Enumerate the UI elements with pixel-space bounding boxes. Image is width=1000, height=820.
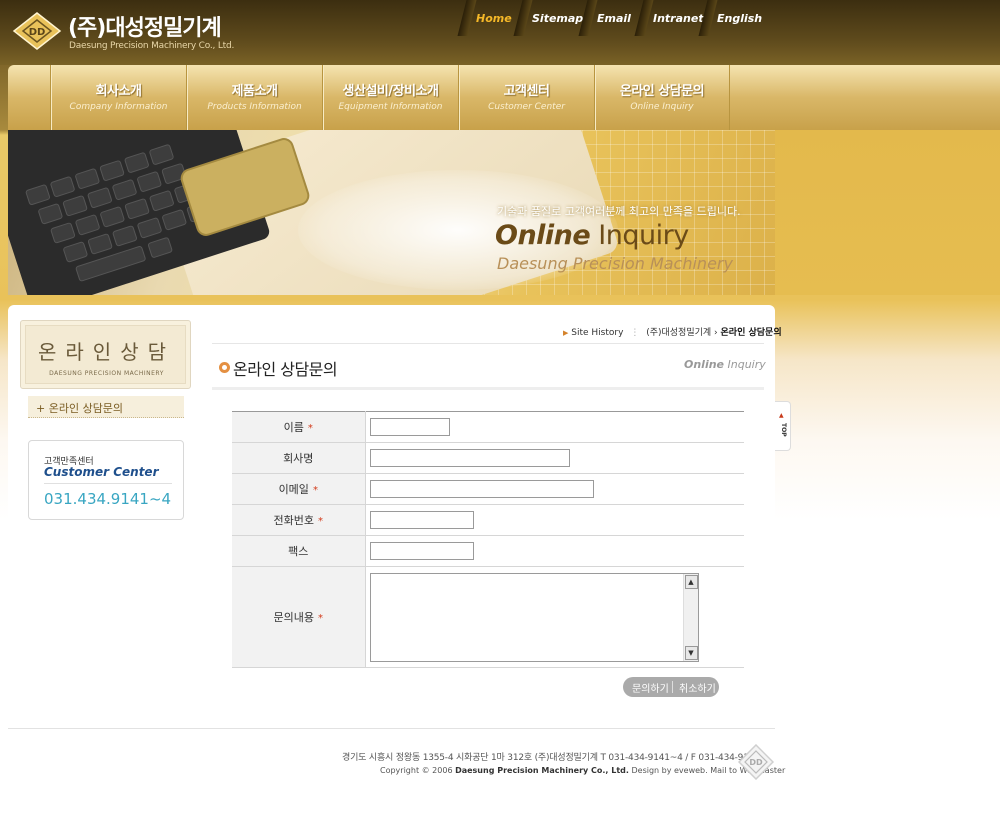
menu-equipment-information[interactable]: 생산설비/장비소개 Equipment Information [322, 65, 458, 130]
form-label: 이름 * [232, 411, 366, 443]
required-mark: * [317, 516, 323, 527]
form-row-message: 문의내용 * ▲ ▼ [232, 566, 744, 668]
menu-label: 생산설비/장비소개 [342, 84, 439, 99]
page-title-en: Online Inquiry [684, 358, 766, 371]
required-mark: * [307, 423, 313, 434]
topnav-intranet[interactable]: Intranet [639, 0, 704, 36]
menu-label: 온라인 상담문의 [619, 84, 705, 99]
footer-address: 경기도 시흥시 정왕동 1355-4 시화공단 1마 312호 (주)대성정밀기… [342, 753, 760, 763]
form-label: 전화번호 * [232, 504, 366, 536]
textarea-scrollbar[interactable]: ▲ ▼ [682, 573, 698, 661]
menu-label: 제품소개 [231, 84, 278, 99]
customer-center-label-en: Customer Center [44, 465, 159, 479]
phone-input[interactable] [369, 511, 474, 529]
form-label: 이메일 * [232, 473, 366, 505]
banner-side-fill [775, 130, 1000, 295]
name-input[interactable] [369, 418, 450, 436]
footer-copyright: Copyright © 2006 Daesung Precision Machi… [380, 766, 786, 775]
divider [672, 681, 673, 693]
menu-label-en: Equipment Information [338, 102, 443, 112]
menu-customer-center[interactable]: 고객센터 Customer Center [458, 65, 594, 130]
divider [212, 343, 764, 344]
logo-company-name: (주)대성정밀기계 [68, 16, 222, 41]
page-title: 온라인 상담문의 [233, 360, 338, 379]
bullet-circle-icon [219, 362, 230, 373]
svg-text:DD: DD [29, 27, 46, 38]
menu-products-information[interactable]: 제품소개 Products Information [186, 65, 322, 130]
topnav-sitemap[interactable]: Sitemap [518, 0, 583, 36]
submit-button[interactable]: 문의하기 [632, 680, 669, 695]
menu-online-inquiry[interactable]: 온라인 상담문의 Online Inquiry [594, 65, 730, 130]
message-textarea[interactable] [370, 573, 683, 661]
svg-text:DD: DD [749, 758, 763, 767]
topnav-english[interactable]: English [703, 0, 762, 36]
scroll-up-icon[interactable]: ▲ [684, 574, 698, 589]
form-row-company: 회사명 [232, 442, 744, 474]
footer-logo-icon: DD [738, 744, 774, 780]
menu-label-en: Online Inquiry [630, 102, 694, 112]
breadcrumb-separator: ⋮ [630, 328, 640, 338]
sidebar-title-box: 온라인상담 DAESUNG PRECISION MACHINERY [20, 320, 191, 389]
required-mark: * [317, 613, 323, 624]
fax-input[interactable] [369, 542, 474, 560]
menu-label-en: Company Information [69, 102, 168, 112]
form-row-fax: 팩스 [232, 535, 744, 567]
divider [44, 483, 172, 484]
form-label: 문의내용 * [232, 566, 366, 668]
banner-title: Online Inquiry [495, 220, 689, 251]
topnav-home[interactable]: Home [462, 0, 512, 36]
breadcrumb: ▶ Site History ⋮ (주)대성정밀기계 › 온라인 상담문의 [563, 325, 782, 338]
header: DD (주)대성정밀기계 Daesung Precision Machinery… [0, 0, 1000, 65]
form-label: 회사명 [232, 442, 366, 474]
company-input[interactable] [369, 449, 570, 467]
banner-subtitle: Daesung Precision Machinery [497, 254, 733, 273]
scroll-down-icon[interactable]: ▼ [684, 645, 698, 660]
customer-center-box: 고객만족센터 Customer Center 031.434.9141~4 [28, 440, 184, 520]
breadcrumb-arrow-icon: ▶ [563, 329, 569, 337]
menu-company-information[interactable]: 회사소개 Company Information [50, 65, 186, 130]
cancel-button[interactable]: 취소하기 [679, 680, 716, 695]
company-logo[interactable]: DD (주)대성정밀기계 Daesung Precision Machinery… [12, 9, 234, 57]
menu-label-en: Customer Center [488, 102, 565, 112]
sidebar-title-en: DAESUNG PRECISION MACHINERY [49, 370, 164, 377]
main-menu: 회사소개 Company Information 제품소개 Products I… [8, 65, 1000, 130]
menu-label: 고객센터 [503, 84, 550, 99]
footer-divider [8, 728, 775, 729]
form-row-email: 이메일 * [232, 473, 744, 505]
message-textarea-wrapper: ▲ ▼ [369, 572, 699, 662]
hero-banner: 기술과 품질로 고객여러분께 최고의 만족을 드립니다. Online Inqu… [8, 130, 775, 295]
email-input[interactable] [369, 480, 594, 498]
inquiry-form: 이름 * 회사명 이메일 * 전화번호 * 팩스 문의내용 * ▲ ▼ [232, 411, 744, 668]
menu-label: 회사소개 [95, 84, 142, 99]
logo-mark-icon: DD [12, 12, 62, 50]
sidebar-title: 온라인상담 [38, 340, 175, 364]
scroll-top-button[interactable]: ▲ TOP [775, 401, 791, 451]
divider [212, 387, 764, 390]
sidebar-item-online-inquiry[interactable]: + 온라인 상담문의 [28, 396, 184, 418]
breadcrumb-current: 온라인 상담문의 [720, 328, 782, 338]
breadcrumb-company[interactable]: (주)대성정밀기계 [646, 328, 711, 338]
banner-slogan: 기술과 품질로 고객여러분께 최고의 만족을 드립니다. [497, 205, 741, 218]
form-row-name: 이름 * [232, 411, 744, 443]
menu-label-en: Products Information [207, 102, 302, 112]
content-area: 온라인상담 DAESUNG PRECISION MACHINERY + 온라인 … [8, 305, 782, 725]
breadcrumb-home[interactable]: Site History [571, 328, 623, 338]
topnav-email[interactable]: Email [583, 0, 631, 36]
arrow-up-icon: ▲ [779, 412, 784, 419]
scroll-top-label: TOP [780, 423, 787, 437]
form-label: 팩스 [232, 535, 366, 567]
customer-center-phone: 031.434.9141~4 [44, 490, 172, 508]
form-row-phone: 전화번호 * [232, 504, 744, 536]
required-mark: * [312, 485, 318, 496]
form-buttons: 문의하기 취소하기 [623, 677, 719, 697]
logo-company-name-en: Daesung Precision Machinery Co., Ltd. [69, 41, 235, 51]
